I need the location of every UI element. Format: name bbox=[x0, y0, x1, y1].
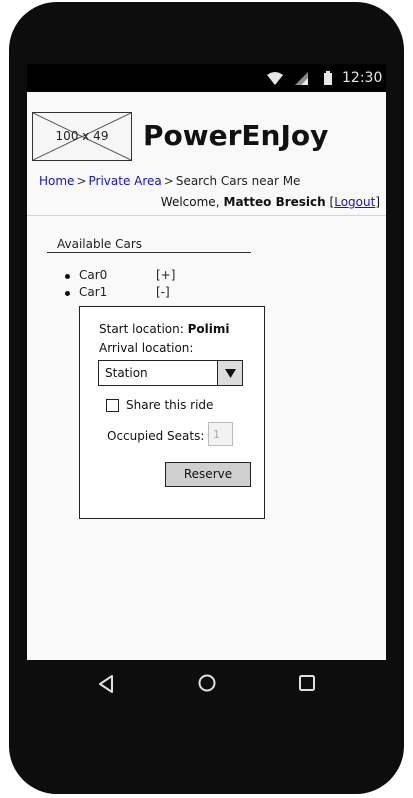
user-name: Matteo Bresich bbox=[223, 195, 326, 209]
back-icon[interactable] bbox=[97, 674, 115, 694]
chevron-down-icon bbox=[225, 369, 236, 378]
breadcrumb-separator: > bbox=[163, 174, 174, 188]
battery-icon bbox=[324, 71, 332, 85]
app-title: PowerEnJoy bbox=[143, 119, 329, 152]
breadcrumb-separator: > bbox=[76, 174, 87, 188]
share-ride-label: Share this ride bbox=[126, 398, 214, 412]
logout-close-bracket: ] bbox=[375, 195, 380, 209]
breadcrumb-private-area-link[interactable]: Private Area bbox=[89, 174, 162, 188]
signal-icon bbox=[295, 72, 308, 85]
status-bar: 12:30 bbox=[27, 64, 386, 92]
navigation-bar bbox=[27, 660, 386, 708]
welcome-prefix: Welcome, bbox=[160, 195, 220, 209]
available-cars-underline bbox=[47, 252, 251, 253]
car-name: Car0 bbox=[79, 268, 108, 282]
arrival-location-select[interactable]: Station bbox=[98, 360, 243, 386]
logo-placeholder-label: 100 x 49 bbox=[55, 129, 109, 143]
start-location-row: Start location: Polimi bbox=[99, 322, 230, 336]
header-divider bbox=[27, 215, 386, 216]
share-ride-checkbox[interactable] bbox=[106, 399, 119, 412]
start-location-label: Start location: bbox=[99, 322, 184, 336]
occupied-seats-value: 1 bbox=[213, 428, 220, 441]
reserve-button[interactable]: Reserve bbox=[165, 462, 251, 487]
app-screen: 12:30 100 x 49 PowerEnJoy Home > Private A… bbox=[27, 64, 386, 660]
breadcrumb-home-link[interactable]: Home bbox=[39, 174, 74, 188]
start-location-value: Polimi bbox=[187, 322, 230, 336]
breadcrumb-current-page: Search Cars near Me bbox=[175, 174, 301, 188]
occupied-seats-label: Occupied Seats: bbox=[107, 429, 205, 443]
car-expand-toggle[interactable]: [+] bbox=[156, 268, 175, 282]
dropdown-button[interactable] bbox=[217, 361, 242, 385]
home-icon[interactable] bbox=[197, 673, 217, 693]
bullet-icon bbox=[65, 291, 70, 296]
arrival-location-value: Station bbox=[105, 366, 148, 380]
logout-link[interactable]: Logout bbox=[334, 195, 375, 209]
car-collapse-toggle[interactable]: [-] bbox=[156, 285, 170, 299]
status-time: 12:30 bbox=[342, 70, 383, 86]
recents-icon[interactable] bbox=[298, 674, 316, 692]
bullet-icon bbox=[65, 274, 70, 279]
wifi-icon bbox=[267, 72, 283, 85]
car-name: Car1 bbox=[79, 285, 108, 299]
reservation-panel: Start location: Polimi Arrival location:… bbox=[79, 306, 265, 519]
logo-placeholder: 100 x 49 bbox=[32, 112, 132, 161]
available-cars-title: Available Cars bbox=[57, 237, 143, 251]
occupied-seats-input: 1 bbox=[208, 422, 233, 446]
breadcrumb: Home > Private Area > Search Cars near Me bbox=[39, 174, 300, 188]
arrival-location-label: Arrival location: bbox=[99, 341, 194, 355]
welcome-bar: Welcome, Matteo Bresich [Logout] bbox=[161, 195, 380, 209]
